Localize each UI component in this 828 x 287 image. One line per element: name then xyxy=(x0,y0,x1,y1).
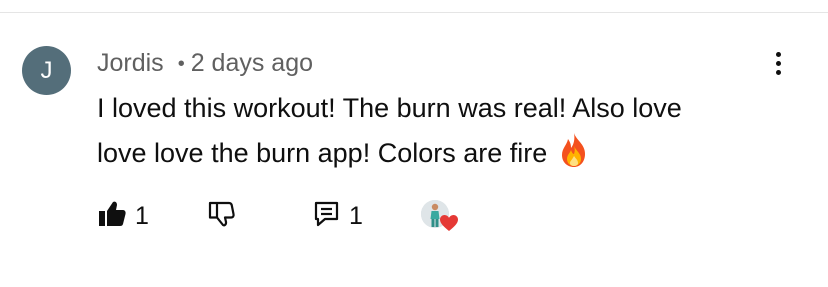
dislike-button[interactable] xyxy=(207,198,239,234)
author-name[interactable]: Jordis xyxy=(97,49,164,77)
thumb-down-icon xyxy=(207,199,239,234)
author-avatar[interactable]: J xyxy=(22,46,71,95)
thumb-up-filled-icon xyxy=(97,199,127,234)
creator-heart-badge xyxy=(421,198,461,238)
fire-icon xyxy=(557,132,591,182)
like-button[interactable]: 1 xyxy=(97,198,149,234)
comment-header: Jordis • 2 days ago xyxy=(97,47,313,79)
reply-button[interactable]: 1 xyxy=(313,198,363,234)
like-count: 1 xyxy=(135,202,149,230)
meta-separator: • xyxy=(177,53,185,75)
more-vert-icon[interactable] xyxy=(767,48,791,80)
comment-text: I loved this workout! The burn was real!… xyxy=(97,86,697,182)
creator-heart-icon xyxy=(439,214,459,237)
reply-count: 1 xyxy=(349,202,363,230)
comment-timestamp[interactable]: 2 days ago xyxy=(191,49,313,77)
comment-thread: J Jordis • 2 days ago I loved this workout… xyxy=(0,0,828,287)
reply-icon xyxy=(313,199,341,234)
comment-body: I loved this workout! The burn was real!… xyxy=(97,93,682,168)
